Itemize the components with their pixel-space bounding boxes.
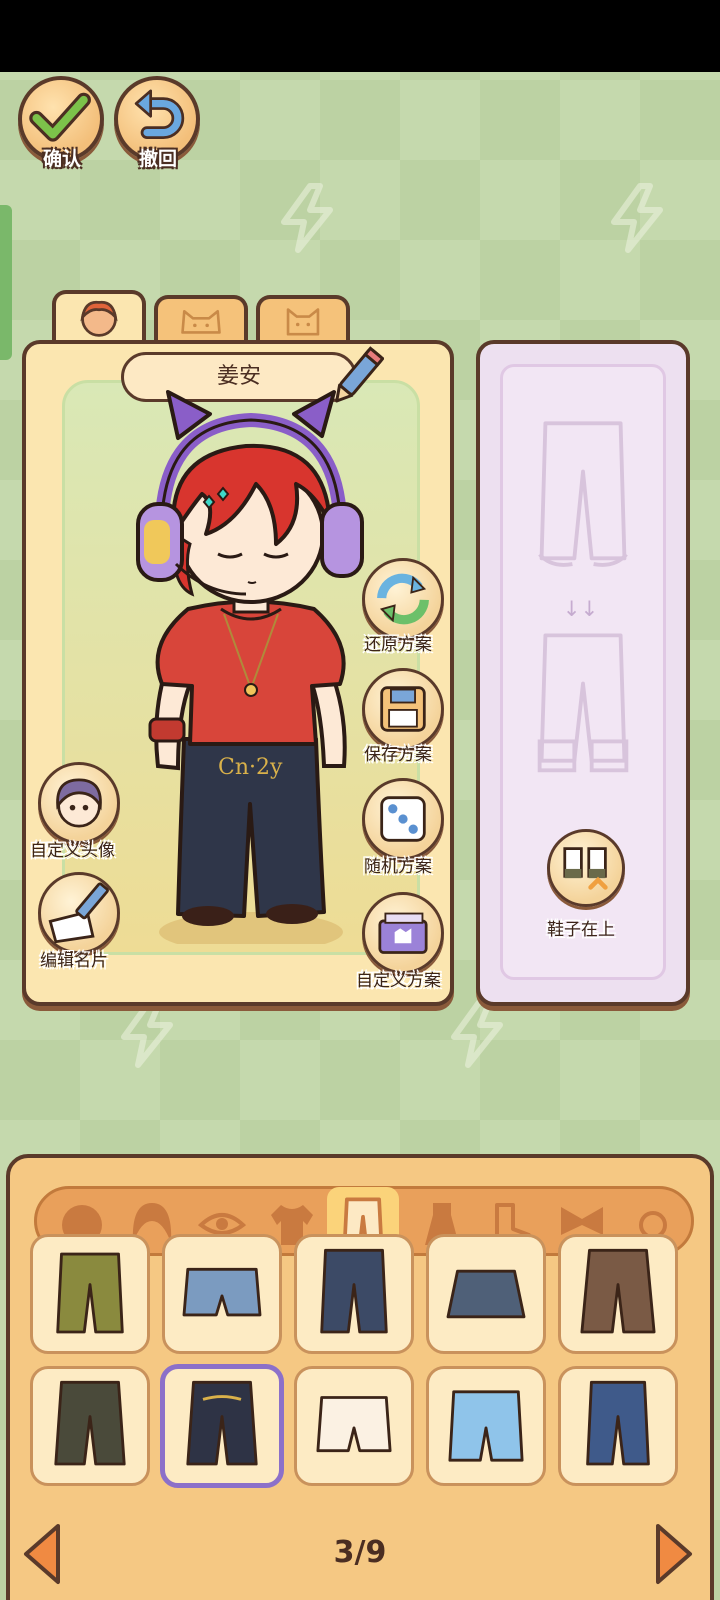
face-icon — [80, 300, 118, 337]
pants-icon — [580, 1248, 656, 1334]
item-denim-shorts[interactable] — [162, 1234, 282, 1354]
edit-card-button[interactable] — [38, 872, 120, 954]
dice-icon — [380, 796, 426, 842]
edit-card-label: 编辑名片 — [40, 951, 108, 971]
floppy-disk-icon — [380, 686, 426, 732]
custom-outfit-button[interactable] — [362, 892, 444, 974]
pants-icon — [54, 1380, 126, 1466]
custom-outfit-icon — [378, 912, 428, 954]
item-camo-pants[interactable] — [30, 1366, 150, 1486]
next-page-arrow-icon[interactable] — [650, 1520, 698, 1588]
item-black-graphic-pants[interactable] — [160, 1364, 284, 1488]
character-figure: Cn·2y — [136, 390, 364, 944]
bolt-icon — [451, 998, 503, 1068]
save-outfit-label: 保存方案 — [364, 745, 432, 765]
character-panel: 姜安 Cn·2y 自定义头像 编辑名片 还原方案 保存方案 随机方案 自定义方案 — [22, 340, 454, 1006]
restore-outfit-button[interactable] — [362, 558, 444, 640]
pants-icon — [186, 1380, 258, 1466]
wardrobe-panel — [6, 1154, 714, 1600]
tab-character[interactable] — [52, 290, 146, 342]
shorts-icon — [316, 1396, 392, 1453]
card-pencil-icon — [48, 882, 109, 944]
layer-preview-panel: ↓↓ 鞋子在上 — [476, 340, 690, 1006]
tab-cat-1[interactable] — [154, 295, 248, 343]
confirm-label: 确认 — [42, 148, 81, 170]
refresh-icon — [377, 573, 429, 625]
pants-icon — [586, 1380, 650, 1466]
item-bow-jeans[interactable] — [558, 1366, 678, 1486]
cat-icon — [286, 308, 320, 336]
pants-icon — [56, 1252, 124, 1334]
boots-icon — [563, 847, 608, 890]
item-dark-jeans[interactable] — [294, 1234, 414, 1354]
shoes-on-top-label: 鞋子在上 — [547, 920, 615, 940]
custom-outfit-label: 自定义方案 — [356, 971, 441, 991]
tab-cat-2[interactable] — [256, 295, 350, 343]
custom-avatar-label: 自定义头像 — [30, 841, 115, 861]
cat-icon — [181, 310, 221, 334]
item-olive-cargo-pants[interactable] — [30, 1234, 150, 1354]
item-brown-wide-pants[interactable] — [558, 1234, 678, 1354]
pants-icon — [320, 1248, 388, 1334]
shirt-graphic-text: Cn·2y — [218, 755, 283, 780]
undo-label: 撤回 — [138, 148, 177, 170]
skirt-icon — [446, 1269, 526, 1319]
side-drawer-handle[interactable] — [0, 205, 12, 360]
avatar-icon — [56, 778, 102, 828]
random-outfit-button[interactable] — [362, 778, 444, 860]
bolt-icon — [121, 998, 173, 1068]
shoes-on-top-button[interactable] — [547, 829, 625, 907]
restore-outfit-label: 还原方案 — [364, 635, 432, 655]
save-outfit-button[interactable] — [362, 668, 444, 750]
item-star-shorts[interactable] — [426, 1366, 546, 1486]
svg-text:↓↓: ↓↓ — [563, 596, 599, 621]
item-white-shorts[interactable] — [294, 1366, 414, 1486]
bolt-icon — [611, 183, 663, 253]
shorts-icon — [448, 1390, 524, 1462]
custom-avatar-button[interactable] — [38, 762, 120, 844]
bolt-icon — [281, 183, 333, 253]
item-ripped-denim-skirt[interactable] — [426, 1234, 546, 1354]
page-indicator: 3/9 — [333, 1535, 387, 1570]
layer-preview-frame: ↓↓ 鞋子在上 — [500, 364, 666, 980]
shorts-icon — [182, 1267, 262, 1317]
previous-page-arrow-icon[interactable] — [18, 1520, 66, 1588]
random-outfit-label: 随机方案 — [364, 857, 432, 877]
status-bar — [0, 0, 720, 72]
